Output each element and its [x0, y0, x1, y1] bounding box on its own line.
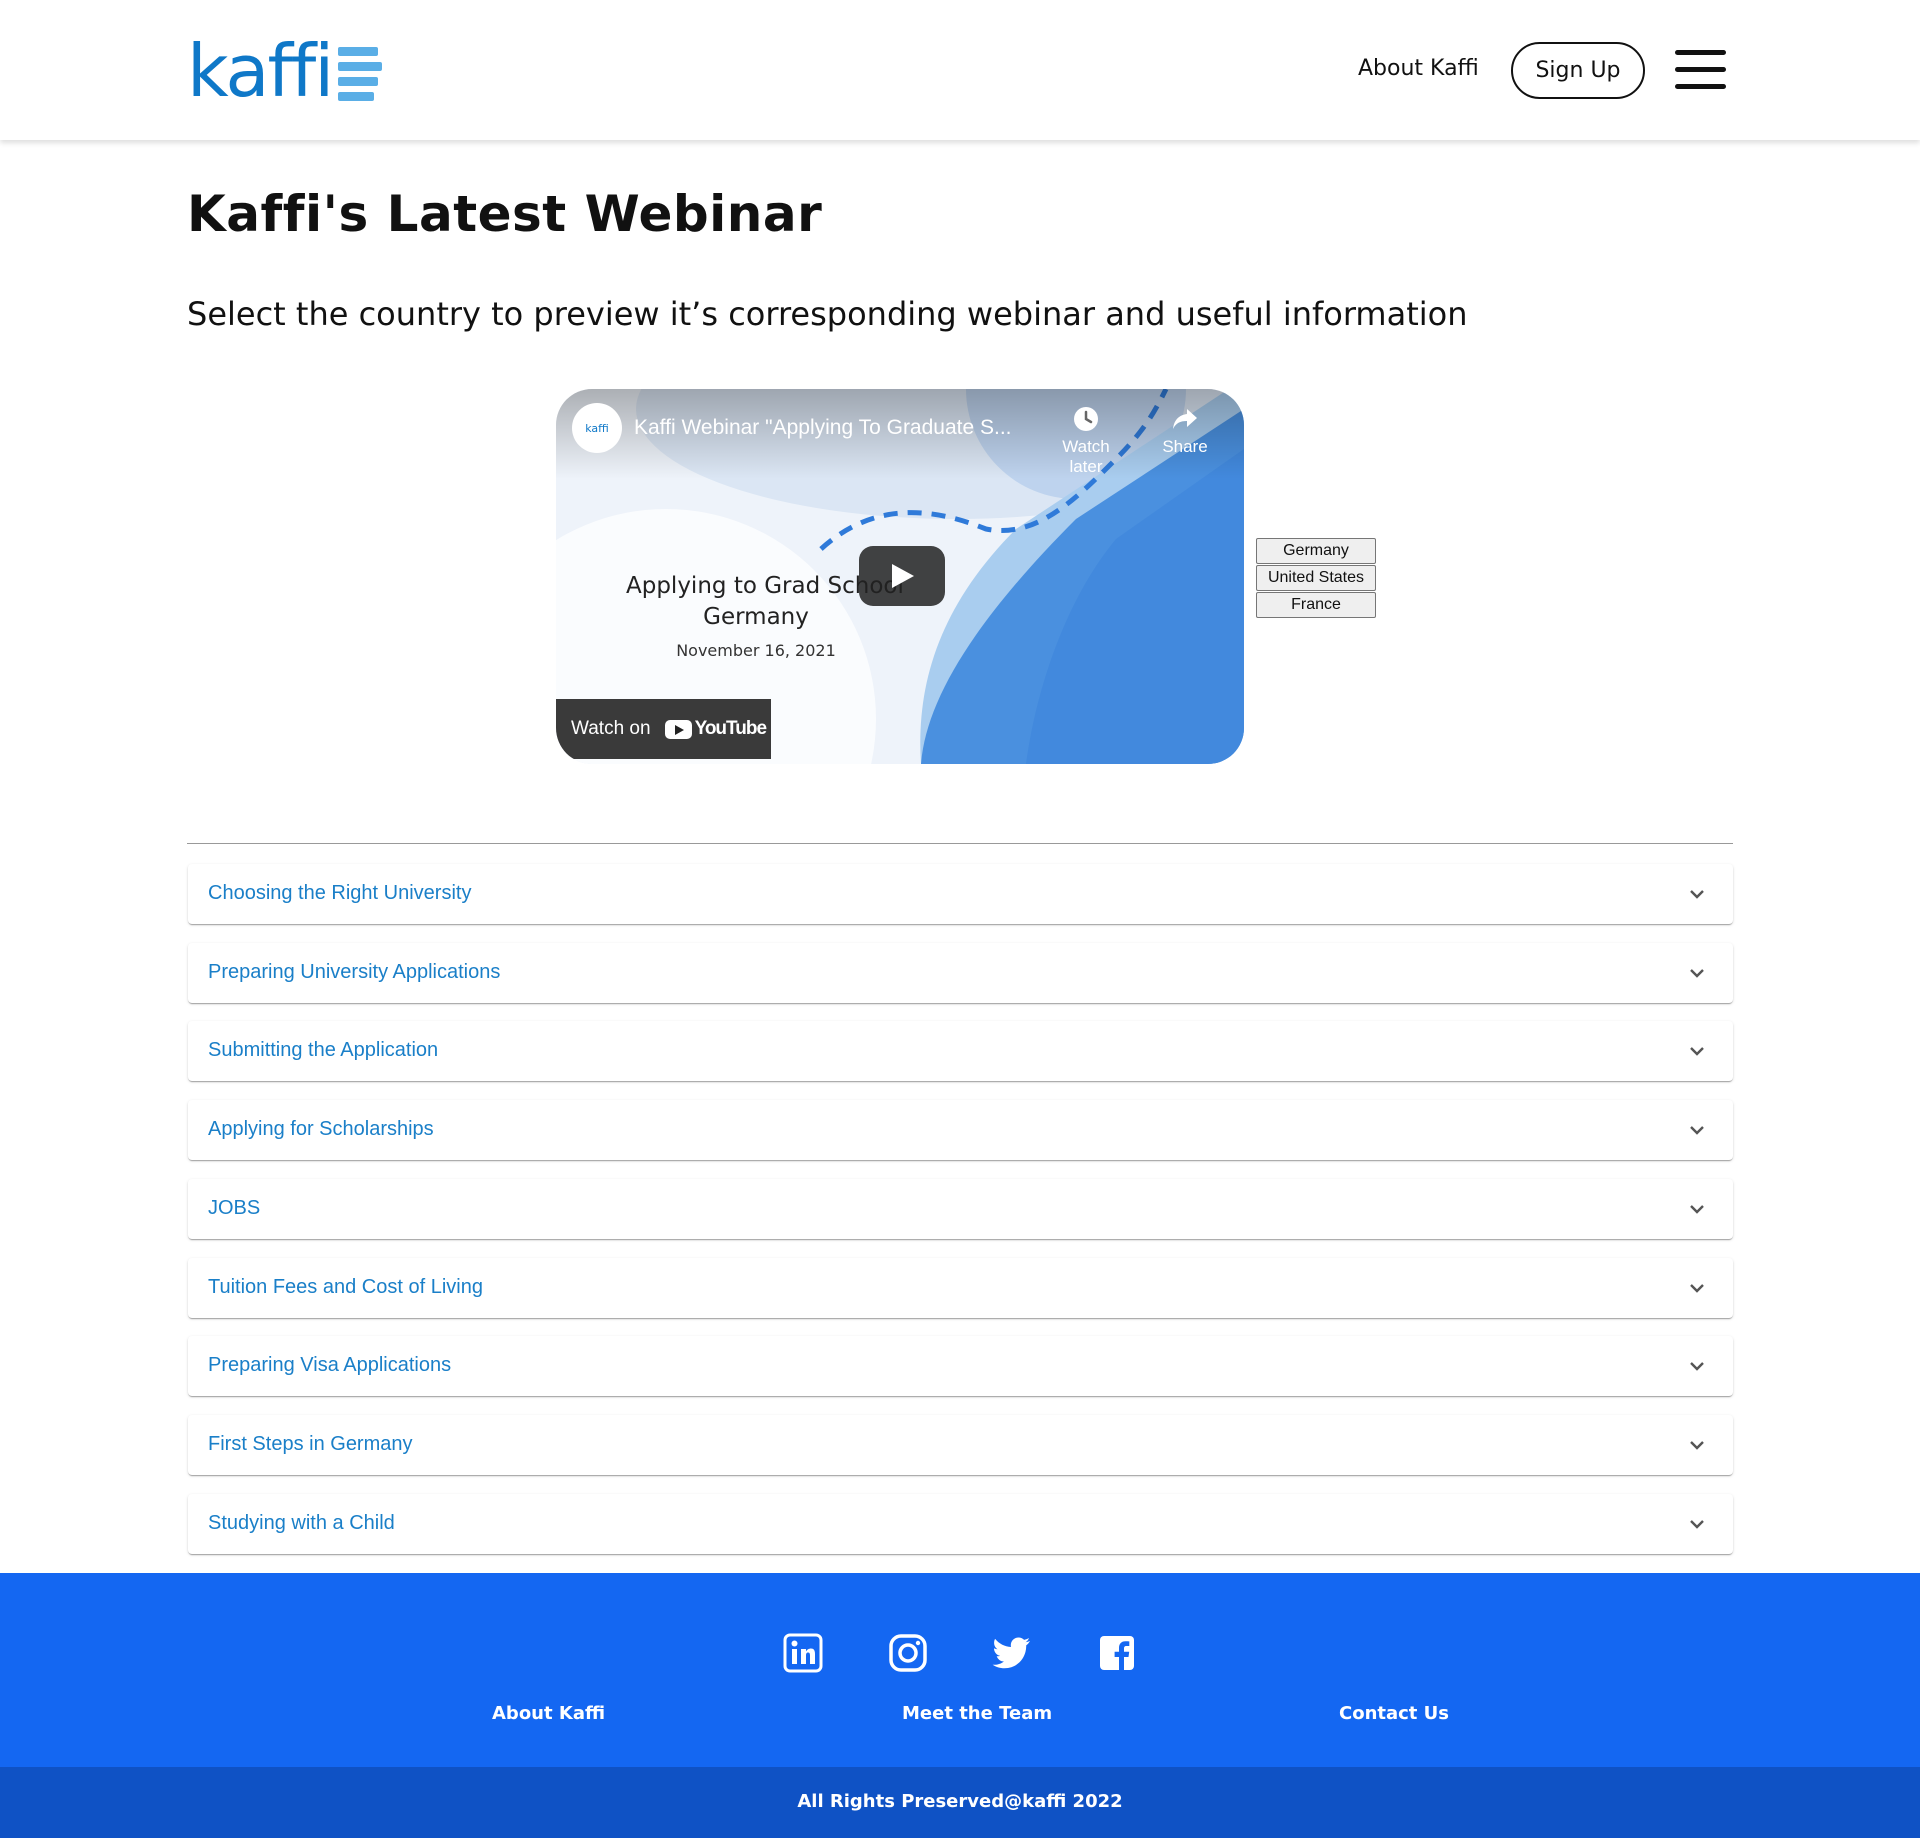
accordion-label: Preparing University Applications — [208, 961, 501, 983]
accordion-item-jobs[interactable]: JOBS — [188, 1179, 1733, 1239]
clock-icon — [1074, 407, 1098, 431]
facebook-icon[interactable] — [1097, 1633, 1137, 1673]
accordion-label: First Steps in Germany — [208, 1433, 413, 1455]
watch-on-youtube-button[interactable]: Watch on YouTube — [556, 699, 771, 759]
twitter-icon[interactable] — [992, 1633, 1032, 1673]
chevron-down-icon — [1690, 1205, 1704, 1214]
footer-team-link[interactable]: Meet the Team — [902, 1703, 1052, 1724]
watch-on-label: Watch on — [571, 718, 651, 739]
accordion-item-submitting-application[interactable]: Submitting the Application — [188, 1021, 1733, 1081]
accordion-label: Studying with a Child — [208, 1512, 395, 1534]
chevron-down-icon — [1690, 1520, 1704, 1529]
accordion-label: JOBS — [208, 1197, 261, 1219]
country-button-united-states[interactable]: United States — [1256, 565, 1376, 591]
nav-about-link[interactable]: About Kaffi — [1358, 56, 1479, 81]
logo-bars-icon — [338, 47, 383, 101]
site-footer: About Kaffi Meet the Team Contact Us — [0, 1573, 1920, 1767]
youtube-play-icon — [664, 719, 692, 739]
section-divider — [187, 843, 1733, 844]
accordion-item-first-steps[interactable]: First Steps in Germany — [188, 1415, 1733, 1475]
webinar-video-embed[interactable]: kaffi Kaffi Webinar "Applying To Graduat… — [556, 389, 1244, 764]
chevron-down-icon — [1690, 890, 1704, 899]
chevron-down-icon — [1690, 1284, 1704, 1293]
accordion-label: Choosing the Right University — [208, 882, 472, 904]
accordion-item-choosing-university[interactable]: Choosing the Right University — [188, 864, 1733, 924]
slide-heading: Applying to Grad School — [626, 573, 904, 599]
country-button-france[interactable]: France — [1256, 592, 1376, 618]
logo-text: kaffi — [187, 29, 334, 113]
slide-country: Germany — [703, 604, 809, 630]
accordion-label: Applying for Scholarships — [208, 1118, 434, 1140]
copyright-text: All Rights Preserved@kaffi 2022 — [797, 1791, 1123, 1812]
footer-contact-link[interactable]: Contact Us — [1339, 1703, 1449, 1724]
share-label: Share — [1162, 437, 1208, 456]
country-button-germany[interactable]: Germany — [1256, 538, 1376, 564]
accordion-label: Submitting the Application — [208, 1039, 439, 1061]
instagram-icon[interactable] — [888, 1633, 928, 1673]
page-subtitle: Select the country to preview it’s corre… — [187, 295, 1468, 333]
play-button-icon[interactable] — [859, 546, 945, 606]
accordion-label: Tuition Fees and Cost of Living — [208, 1276, 483, 1298]
footer-about-link[interactable]: About Kaffi — [492, 1703, 605, 1724]
watch-later-button[interactable]: Watch later — [1051, 405, 1121, 477]
watch-later-label: Watch later — [1062, 437, 1110, 476]
accordion-item-preparing-applications[interactable]: Preparing University Applications — [188, 943, 1733, 1003]
accordion-label: Preparing Visa Applications — [208, 1354, 452, 1376]
page-title: Kaffi's Latest Webinar — [187, 185, 823, 243]
slide-date: November 16, 2021 — [676, 641, 836, 660]
youtube-logo: YouTube — [664, 718, 767, 740]
accordion-item-visa-applications[interactable]: Preparing Visa Applications — [188, 1336, 1733, 1396]
share-arrow-icon — [1173, 409, 1197, 429]
accordion-item-tuition-fees[interactable]: Tuition Fees and Cost of Living — [188, 1258, 1733, 1318]
chevron-down-icon — [1690, 969, 1704, 978]
chevron-down-icon — [1690, 1126, 1704, 1135]
signup-button[interactable]: Sign Up — [1511, 42, 1645, 99]
site-header: kaffi About Kaffi Sign Up — [0, 0, 1920, 140]
chevron-down-icon — [1690, 1441, 1704, 1450]
video-title[interactable]: Kaffi Webinar "Applying To Graduate S... — [634, 416, 1012, 440]
youtube-wordmark: YouTube — [694, 718, 767, 739]
hamburger-menu-icon[interactable] — [1675, 50, 1726, 90]
channel-avatar[interactable]: kaffi — [572, 403, 622, 453]
accordion-item-scholarships[interactable]: Applying for Scholarships — [188, 1100, 1733, 1160]
chevron-down-icon — [1690, 1362, 1704, 1371]
kaffi-logo[interactable]: kaffi — [187, 29, 383, 113]
linkedin-icon[interactable] — [783, 1633, 823, 1673]
chevron-down-icon — [1690, 1047, 1704, 1056]
accordion-item-studying-with-child[interactable]: Studying with a Child — [188, 1494, 1733, 1554]
slide-text-block: Applying to Grad School Germany November… — [626, 571, 904, 660]
share-button[interactable]: Share — [1150, 405, 1220, 457]
copyright-bar: All Rights Preserved@kaffi 2022 — [0, 1767, 1920, 1838]
